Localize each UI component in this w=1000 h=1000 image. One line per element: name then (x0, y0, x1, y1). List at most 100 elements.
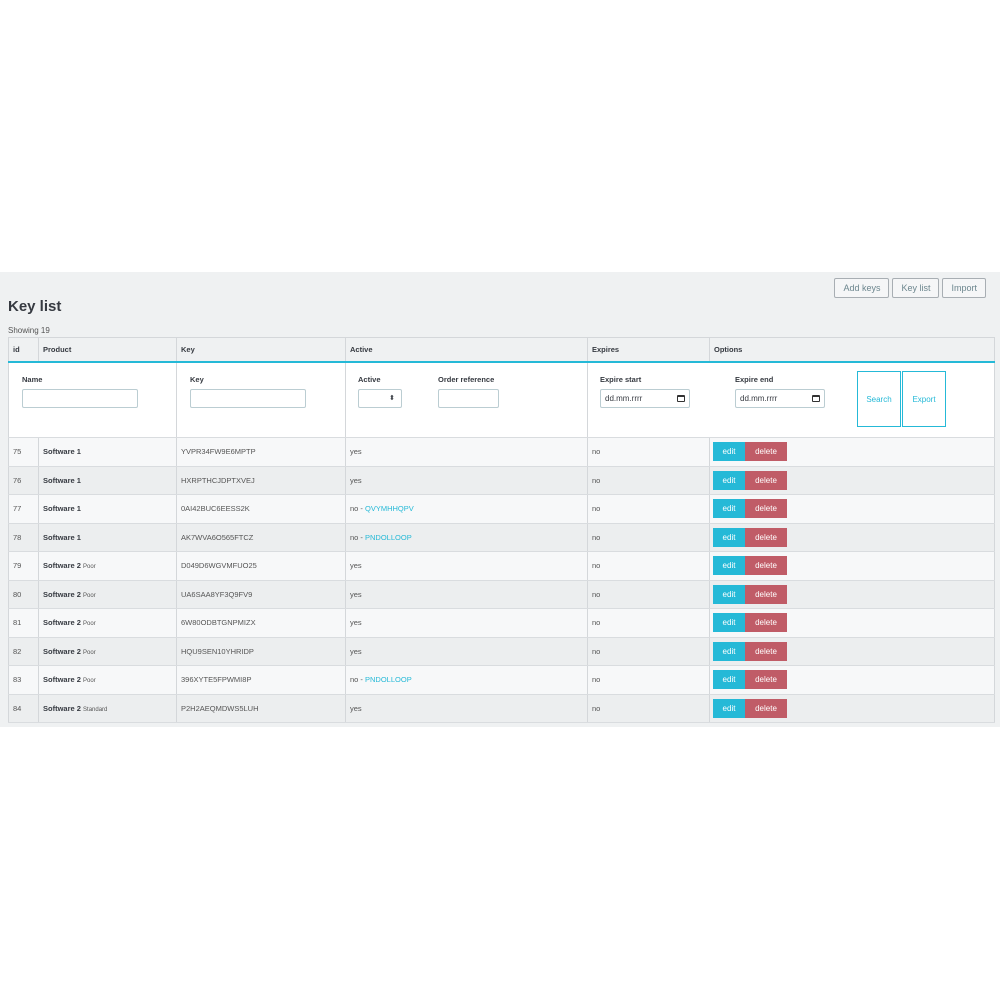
cell-id: 76 (8, 466, 39, 495)
cell-product: Software 2 Poor (38, 608, 177, 638)
active-status: yes (350, 618, 362, 628)
import-button[interactable]: Import (942, 278, 986, 298)
column-header-active[interactable]: Active (345, 337, 588, 363)
edit-button[interactable]: edit (713, 499, 745, 519)
product-name: Software 2 (43, 561, 81, 571)
order-reference-link[interactable]: PNDOLLOOP (365, 533, 412, 542)
edit-button[interactable]: edit (713, 470, 745, 490)
order-reference-link[interactable]: PNDOLLOOP (365, 675, 412, 684)
column-header-product[interactable]: Product (38, 337, 177, 363)
order-reference-label: Order reference (438, 375, 495, 384)
delete-button[interactable]: delete (745, 584, 787, 604)
cell-options: edit delete (709, 494, 995, 524)
cell-active: yes (345, 694, 588, 723)
edit-button[interactable]: edit (713, 670, 745, 690)
active-filter-select[interactable]: ⬍ (358, 389, 402, 408)
expire-start-label: Expire start (600, 375, 642, 384)
key-table-wrapper: id Product Key Active Expires Options Na… (8, 337, 995, 723)
edit-button[interactable]: edit (713, 442, 745, 462)
delete-button[interactable]: delete (745, 613, 787, 633)
table-header-row: id Product Key Active Expires Options (8, 337, 995, 363)
product-variant: Poor (83, 649, 96, 656)
calendar-icon[interactable] (677, 395, 685, 402)
product-name: Software 2 (43, 646, 81, 656)
cell-options: edit delete (709, 523, 995, 552)
delete-button[interactable]: delete (745, 442, 787, 462)
cell-product: Software 2 Poor (38, 665, 177, 695)
search-button[interactable]: Search (857, 371, 901, 427)
export-button[interactable]: Export (902, 371, 946, 427)
cell-options: edit delete (709, 637, 995, 666)
cell-active: no - PNDOLLOOP (345, 523, 588, 552)
select-arrows-icon: ⬍ (389, 395, 395, 402)
name-filter-input[interactable] (22, 389, 138, 408)
expire-filter: Expire start dd.mm.rrrr Expire end dd.mm… (588, 363, 994, 437)
order-reference-input[interactable] (438, 389, 499, 408)
cell-expires: no (587, 694, 710, 723)
edit-button[interactable]: edit (713, 556, 745, 576)
add-keys-button[interactable]: Add keys (834, 278, 890, 298)
cell-key: 0AI42BUC6EESS2K (176, 494, 346, 524)
cell-id: 78 (8, 523, 39, 552)
active-status: yes (350, 703, 362, 713)
cell-expires: no (587, 466, 710, 495)
page-title: Key list (8, 298, 62, 315)
product-variant: Standard (83, 706, 108, 713)
column-header-key[interactable]: Key (176, 337, 346, 363)
delete-button[interactable]: delete (745, 698, 787, 718)
cell-expires: no (587, 637, 710, 666)
edit-button[interactable]: edit (713, 698, 745, 718)
cell-active: yes (345, 466, 588, 495)
cell-key: 6W80ODBTGNPMIZX (176, 608, 346, 638)
cell-expires: no (587, 580, 710, 609)
delete-button[interactable]: delete (745, 556, 787, 576)
cell-expires: no (587, 608, 710, 638)
calendar-icon[interactable] (812, 395, 820, 402)
delete-button[interactable]: delete (745, 499, 787, 519)
edit-button[interactable]: edit (713, 584, 745, 604)
product-name: Software 1 (43, 532, 81, 542)
product-variant: Poor (83, 592, 96, 599)
product-name: Software 2 (43, 589, 81, 599)
cell-id: 83 (8, 665, 39, 695)
active-status: no - (350, 532, 366, 542)
edit-button[interactable]: edit (713, 527, 745, 547)
cell-id: 82 (8, 637, 39, 666)
product-name: Software 2 (43, 618, 81, 628)
active-status: no - (350, 504, 366, 514)
cell-options: edit delete (709, 694, 995, 723)
delete-button[interactable]: delete (745, 527, 787, 547)
column-header-id[interactable]: id (8, 337, 39, 363)
cell-product: Software 2 Poor (38, 551, 177, 581)
expire-start-date-input[interactable]: dd.mm.rrrr (600, 389, 690, 408)
active-status: yes (350, 589, 362, 599)
cell-product: Software 1 (38, 494, 177, 524)
cell-options: edit delete (709, 466, 995, 495)
active-status: yes (350, 447, 362, 457)
cell-key: AK7WVA6O565FTCZ (176, 523, 346, 552)
delete-button[interactable]: delete (745, 641, 787, 661)
key-filter-input[interactable] (190, 389, 306, 408)
cell-product: Software 2 Poor (38, 637, 177, 666)
cell-active: no - PNDOLLOOP (345, 665, 588, 695)
cell-id: 79 (8, 551, 39, 581)
edit-button[interactable]: edit (713, 641, 745, 661)
order-reference-link[interactable]: QVYMHHQPV (365, 504, 414, 513)
edit-button[interactable]: edit (713, 613, 745, 633)
key-table: id Product Key Active Expires Options Na… (8, 337, 995, 723)
expire-end-date-input[interactable]: dd.mm.rrrr (735, 389, 825, 408)
cell-key: HQU9SEN10YHRIDP (176, 637, 346, 666)
key-list-button[interactable]: Key list (892, 278, 940, 298)
key-list-panel: Add keys Key list Import Key list Showin… (0, 272, 1000, 727)
delete-button[interactable]: delete (745, 470, 787, 490)
cell-key: UA6SAA8YF3Q9FV9 (176, 580, 346, 609)
column-header-expires[interactable]: Expires (587, 337, 710, 363)
cell-options: edit delete (709, 608, 995, 638)
cell-product: Software 2 Poor (38, 580, 177, 609)
name-filter-label: Name (22, 375, 43, 384)
delete-button[interactable]: delete (745, 670, 787, 690)
table-row: 76 Software 1 HXRPTHCJDPTXVEJ yes no edit del… (8, 466, 995, 495)
filter-row: Name Key Active ⬍ Order reference Expire… (8, 362, 995, 438)
cell-key: D049D6WGVMFUO25 (176, 551, 346, 581)
cell-expires: no (587, 665, 710, 695)
